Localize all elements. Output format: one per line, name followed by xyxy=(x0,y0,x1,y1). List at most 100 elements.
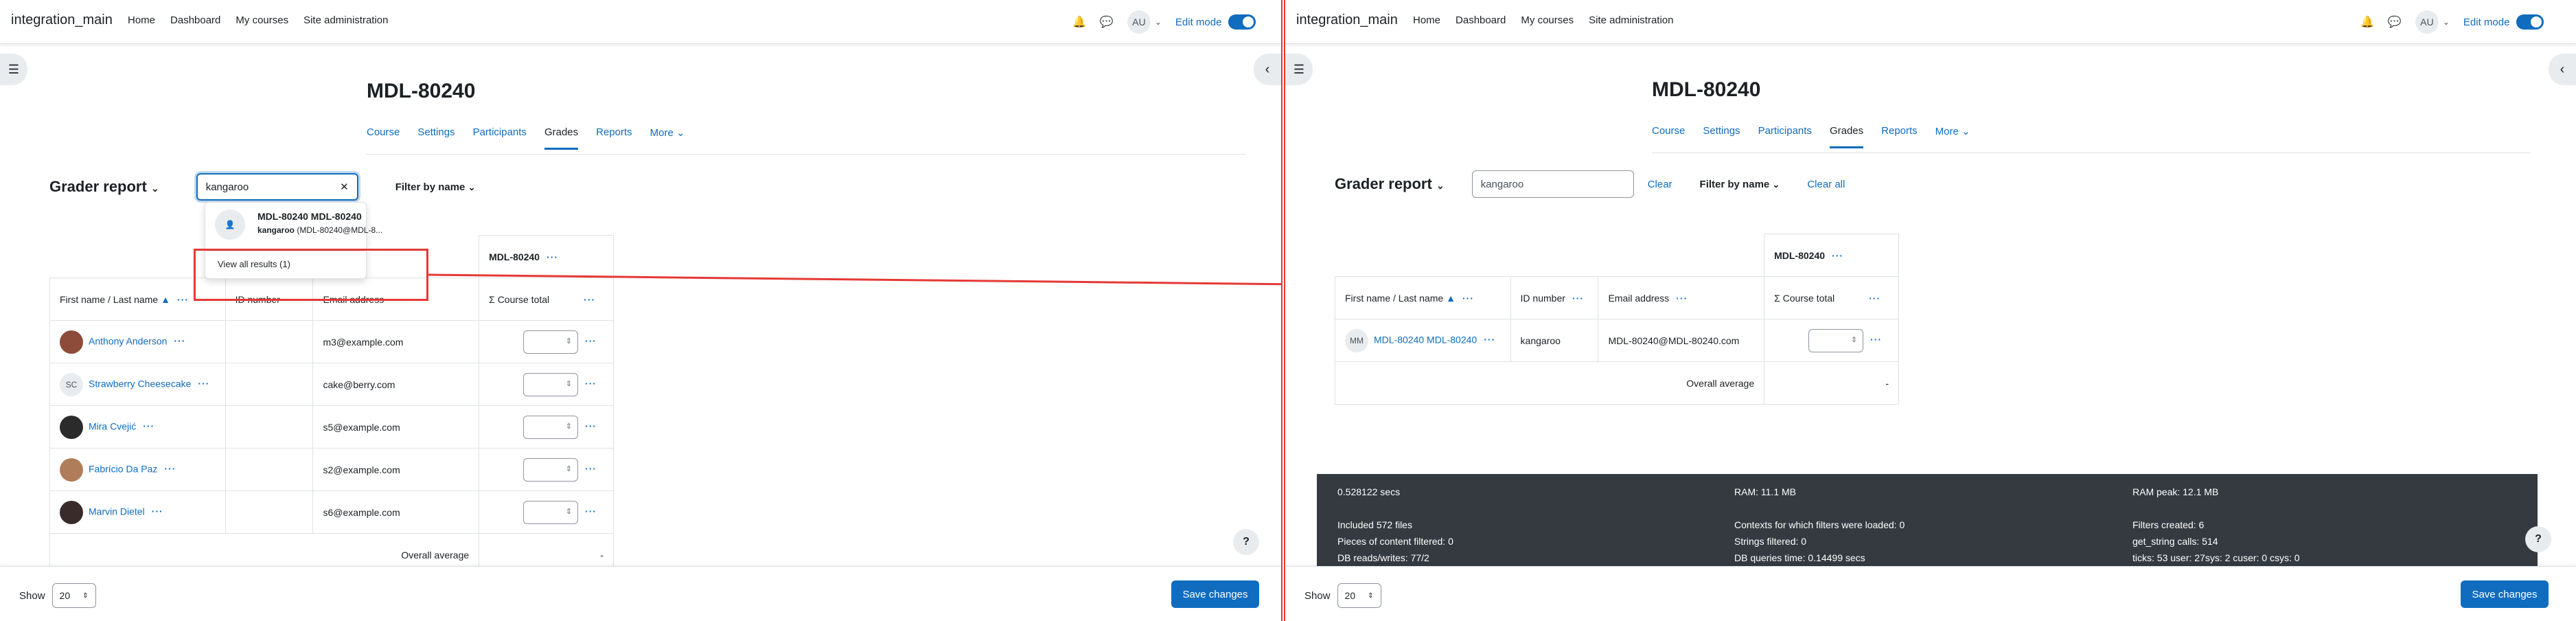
overall-average-value: - xyxy=(1764,361,1899,405)
avatar xyxy=(60,500,83,524)
clear-search-button[interactable]: Clear xyxy=(1648,179,1672,190)
grade-input[interactable] xyxy=(523,458,579,482)
more-options-icon[interactable]: ··· xyxy=(164,463,176,474)
tab-grades[interactable]: Grades xyxy=(1829,125,1864,148)
result-match-bold: kangaroo xyxy=(257,225,295,235)
help-button[interactable]: ? xyxy=(2525,526,2551,552)
more-options-icon[interactable]: ··· xyxy=(585,506,597,517)
site-brand[interactable]: integration_main xyxy=(1296,12,1398,28)
more-options-icon[interactable]: ··· xyxy=(1870,334,1882,345)
grade-cell: ··· xyxy=(479,363,614,406)
grade-input[interactable] xyxy=(523,500,579,524)
tab-reports[interactable]: Reports xyxy=(596,126,632,150)
save-changes-button[interactable]: Save changes xyxy=(2461,580,2549,608)
tab-settings[interactable]: Settings xyxy=(1703,125,1740,148)
filter-by-name-button[interactable]: Filter by name ⌄ xyxy=(1700,179,1780,190)
nav-site-administration[interactable]: Site administration xyxy=(303,14,388,26)
notification-bell-icon[interactable]: 🔔 xyxy=(1072,15,1086,29)
more-options-icon[interactable]: ··· xyxy=(1484,334,1495,345)
tab-reports[interactable]: Reports xyxy=(1881,125,1918,148)
help-button[interactable]: ? xyxy=(1233,529,1259,555)
more-options-icon[interactable]: ··· xyxy=(143,420,154,431)
tab-more[interactable]: More ⌄ xyxy=(650,126,685,150)
grade-cell: ··· xyxy=(479,490,614,534)
open-course-index-button[interactable]: ☰ xyxy=(1285,54,1313,85)
user-name-link[interactable]: Anthony Anderson xyxy=(89,335,167,346)
tab-settings[interactable]: Settings xyxy=(417,126,455,150)
clear-search-icon[interactable]: ✕ xyxy=(340,181,349,193)
more-options-icon[interactable]: ··· xyxy=(198,378,209,389)
per-page-select[interactable]: 20 ⇕ xyxy=(1337,583,1381,608)
course-total-header[interactable]: Σ Course total ··· xyxy=(1764,276,1899,319)
notification-bell-icon[interactable]: 🔔 xyxy=(2360,15,2374,29)
more-options-icon[interactable]: ··· xyxy=(547,251,558,262)
more-options-icon[interactable]: ··· xyxy=(585,420,597,431)
more-options-icon[interactable]: ··· xyxy=(174,335,185,346)
edit-mode-toggle[interactable]: Edit mode xyxy=(1175,14,1256,30)
user-search-input[interactable]: kangaroo ✕ xyxy=(196,173,358,201)
nav-home[interactable]: Home xyxy=(128,14,155,26)
tertiary-navigation: Grader report ⌄ kangaroo ✕ Filter by nam… xyxy=(49,173,475,201)
more-options-icon[interactable]: ··· xyxy=(1572,293,1584,304)
clear-all-button[interactable]: Clear all xyxy=(1807,179,1845,190)
course-header-cell: MDL-80240 ··· xyxy=(1764,234,1899,277)
header-spacer xyxy=(1335,234,1765,277)
toggle-switch-icon xyxy=(2516,14,2544,30)
nav-dashboard[interactable]: Dashboard xyxy=(1456,14,1506,26)
tab-participants[interactable]: Participants xyxy=(473,126,527,150)
search-result-item[interactable]: 👤 MDL-80240 MDL-80240 kangaroo (MDL-8024… xyxy=(215,210,382,240)
email-column-header[interactable]: Email address ··· xyxy=(1598,276,1765,319)
more-options-icon[interactable]: ··· xyxy=(177,294,189,305)
user-name-link[interactable]: MDL-80240 MDL-80240 xyxy=(1374,334,1477,345)
tab-more[interactable]: More ⌄ xyxy=(1935,125,1970,148)
secondary-navigation: Course Settings Participants Grades Repo… xyxy=(1652,125,1970,148)
grade-input[interactable] xyxy=(1808,328,1864,352)
more-options-icon[interactable]: ··· xyxy=(585,335,597,346)
more-options-icon[interactable]: ··· xyxy=(152,506,163,517)
user-search-input[interactable]: kangaroo xyxy=(1471,170,1634,198)
more-options-icon[interactable]: ··· xyxy=(1462,293,1474,304)
open-block-drawer-button[interactable]: ‹ xyxy=(2549,54,2576,85)
open-course-index-button[interactable]: ☰ xyxy=(0,54,27,85)
more-options-icon[interactable]: ··· xyxy=(585,378,597,389)
user-name-link[interactable]: Marvin Dietel xyxy=(89,506,145,517)
course-total-header[interactable]: Σ Course total ··· xyxy=(479,278,614,321)
nav-my-courses[interactable]: My courses xyxy=(235,14,288,26)
user-menu[interactable]: AU ⌄ xyxy=(2415,10,2450,34)
tab-participants[interactable]: Participants xyxy=(1758,125,1812,148)
id-column-header[interactable]: ID number ··· xyxy=(1510,276,1599,319)
list-icon: ☰ xyxy=(8,62,20,76)
perf-line: Strings filtered: 0 xyxy=(1734,536,1807,547)
user-name-link[interactable]: Mira Cvejić xyxy=(89,420,136,431)
more-options-icon[interactable]: ··· xyxy=(1832,250,1843,261)
more-options-icon[interactable]: ··· xyxy=(585,463,597,474)
per-page-select[interactable]: 20 ⇕ xyxy=(51,583,96,608)
messages-icon[interactable]: 💬 xyxy=(1100,15,1114,29)
nav-home[interactable]: Home xyxy=(1413,14,1440,26)
grade-input[interactable] xyxy=(523,372,579,396)
grader-report-selector[interactable]: Grader report ⌄ xyxy=(1335,175,1445,193)
nav-my-courses[interactable]: My courses xyxy=(1521,14,1574,26)
tab-grades[interactable]: Grades xyxy=(544,126,579,150)
open-block-drawer-button[interactable]: ‹ xyxy=(1254,54,1281,85)
name-column-header[interactable]: First name / Last name ▲ ··· xyxy=(1335,276,1511,319)
filter-by-name-button[interactable]: Filter by name ⌄ xyxy=(395,181,476,193)
grade-input[interactable] xyxy=(523,415,579,439)
user-name-link[interactable]: Fabrício Da Paz xyxy=(89,463,157,474)
tertiary-navigation: Grader report ⌄ kangaroo Clear Filter by… xyxy=(1335,170,1845,198)
tab-course[interactable]: Course xyxy=(367,126,400,150)
user-menu[interactable]: AU ⌄ xyxy=(1127,10,1162,34)
nav-dashboard[interactable]: Dashboard xyxy=(170,14,220,26)
grade-input[interactable] xyxy=(523,330,579,354)
user-name-link[interactable]: Strawberry Cheesecake xyxy=(89,378,191,389)
messages-icon[interactable]: 💬 xyxy=(2388,15,2402,29)
nav-site-administration[interactable]: Site administration xyxy=(1589,14,1673,26)
site-brand[interactable]: integration_main xyxy=(11,12,113,28)
tab-course[interactable]: Course xyxy=(1652,125,1685,148)
save-changes-button[interactable]: Save changes xyxy=(1171,580,1259,608)
more-options-icon[interactable]: ··· xyxy=(584,294,595,305)
more-options-icon[interactable]: ··· xyxy=(1869,293,1881,304)
grader-report-selector[interactable]: Grader report ⌄ xyxy=(49,178,159,196)
edit-mode-toggle[interactable]: Edit mode xyxy=(2463,14,2544,30)
more-options-icon[interactable]: ··· xyxy=(1676,293,1688,304)
